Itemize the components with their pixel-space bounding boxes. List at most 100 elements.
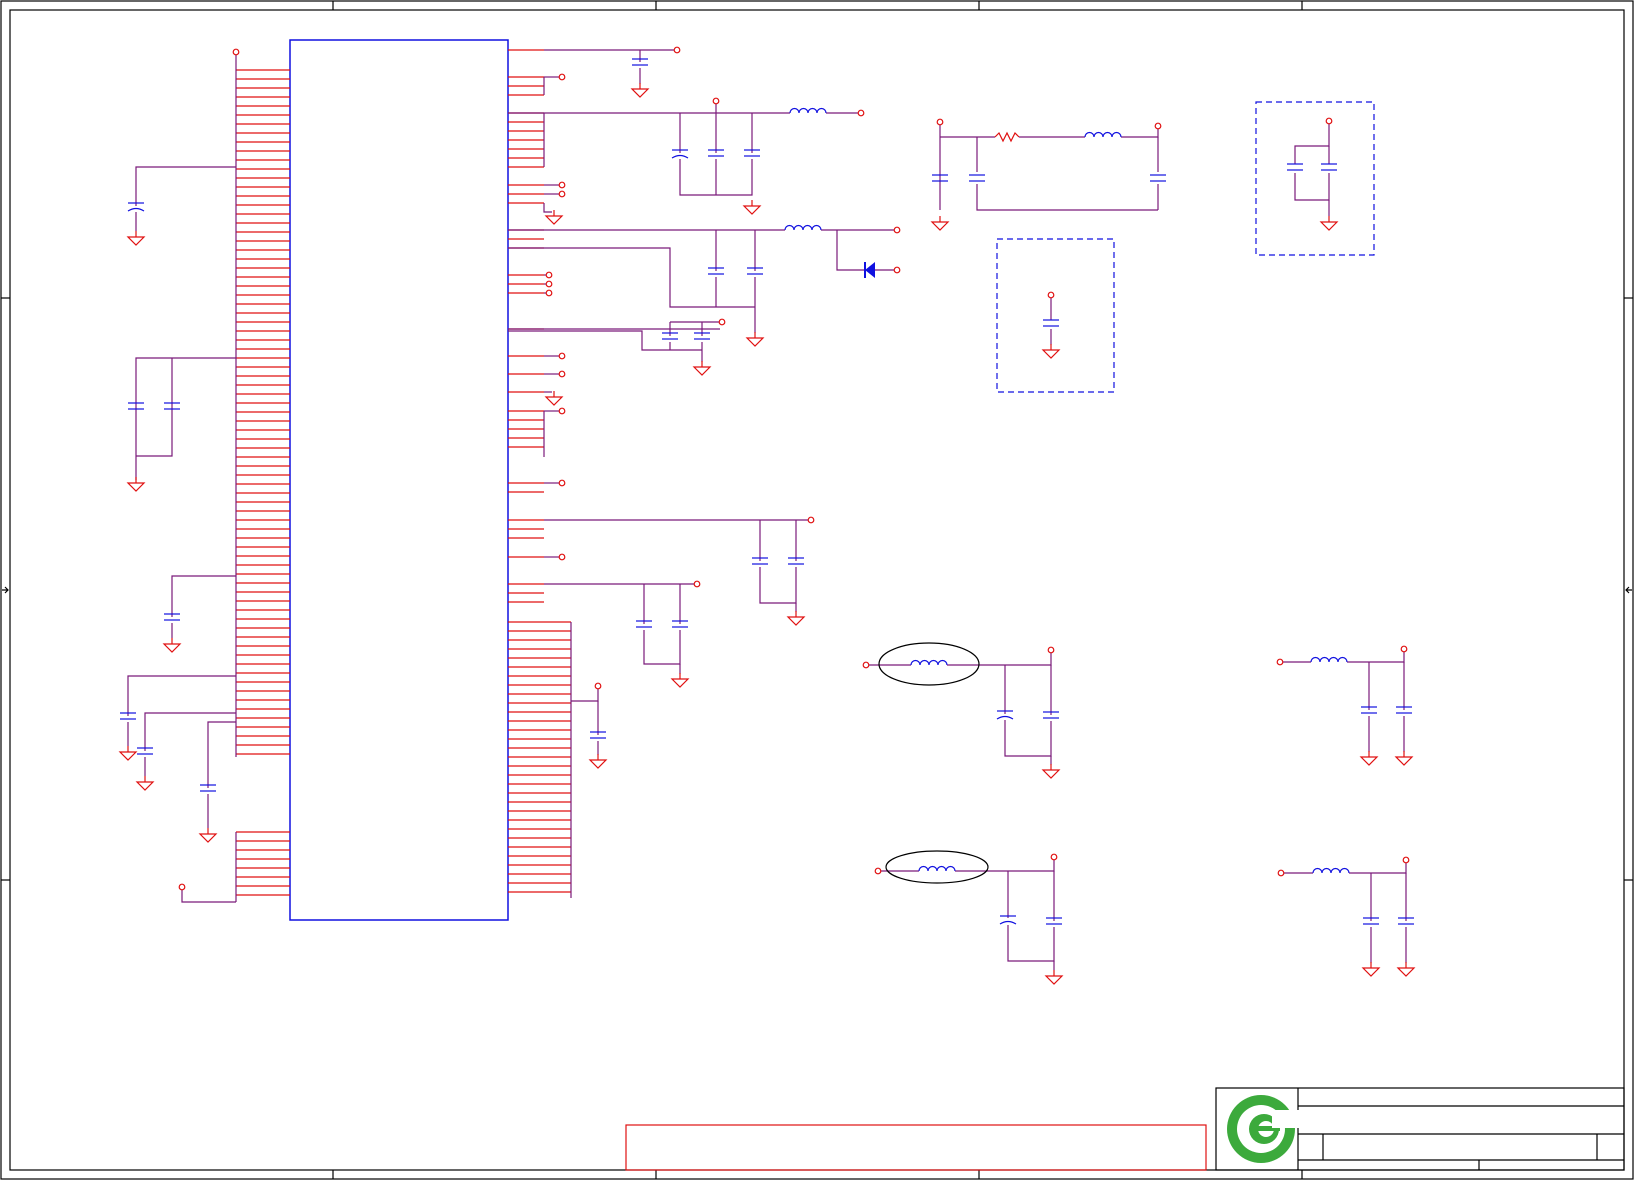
ground-icon bbox=[135, 781, 155, 791]
net-port bbox=[1400, 645, 1408, 653]
net-port bbox=[558, 190, 566, 198]
wire bbox=[976, 184, 1158, 211]
capacitors bbox=[120, 58, 1414, 925]
wire bbox=[127, 675, 236, 716]
ic-left-pins bbox=[235, 52, 290, 902]
net-port bbox=[545, 280, 553, 288]
net-port bbox=[936, 118, 944, 126]
ground-icon bbox=[1041, 769, 1061, 779]
wire bbox=[759, 567, 797, 604]
net-port bbox=[545, 289, 553, 297]
schematic-sheet bbox=[0, 0, 1634, 1180]
net-port bbox=[558, 73, 566, 81]
ground-icon bbox=[1359, 756, 1379, 766]
wire bbox=[955, 859, 1055, 872]
ground-symbols bbox=[118, 83, 1416, 985]
net-ports bbox=[178, 46, 1410, 891]
net-port bbox=[558, 370, 566, 378]
net-port bbox=[1402, 856, 1410, 864]
net-port bbox=[807, 516, 815, 524]
net-port bbox=[857, 109, 865, 117]
inductor-coil bbox=[1084, 131, 1122, 138]
wire bbox=[836, 230, 865, 271]
net-port bbox=[1047, 291, 1055, 299]
highlight-ellipse-2 bbox=[885, 850, 989, 884]
wire bbox=[1121, 128, 1159, 138]
ground-icon bbox=[1361, 967, 1381, 977]
ground-icon bbox=[198, 833, 218, 843]
wire bbox=[181, 887, 236, 903]
ground-icon bbox=[588, 759, 608, 769]
net-port bbox=[178, 883, 186, 891]
ground-icon bbox=[162, 643, 182, 653]
net-port bbox=[232, 48, 240, 56]
wires bbox=[127, 49, 1407, 970]
wire bbox=[543, 203, 552, 213]
inductor-coil bbox=[1310, 656, 1348, 663]
net-port bbox=[712, 97, 720, 105]
inductor-coil bbox=[784, 224, 822, 231]
capacitor-plate-curved bbox=[996, 715, 1014, 720]
ground-icon bbox=[786, 616, 806, 626]
ground-icon bbox=[742, 205, 762, 215]
wire bbox=[1347, 651, 1405, 663]
net-port bbox=[893, 226, 901, 234]
ground-icon bbox=[118, 751, 138, 761]
ground-icon bbox=[1044, 975, 1064, 985]
ground-icon bbox=[930, 221, 950, 231]
wire bbox=[135, 357, 236, 480]
net-port bbox=[1050, 853, 1058, 861]
net-port bbox=[1277, 869, 1285, 877]
capacitor-plate-curved bbox=[127, 207, 145, 212]
wire bbox=[947, 652, 1052, 666]
ground-icon bbox=[126, 482, 146, 492]
ground-icon bbox=[670, 678, 690, 688]
ic-right-pins bbox=[508, 49, 572, 898]
capacitor-plate-curved bbox=[999, 920, 1017, 925]
inductor-coil bbox=[918, 865, 956, 872]
dashed-group-2 bbox=[1255, 101, 1375, 256]
ground-icon bbox=[544, 396, 564, 406]
net-port bbox=[693, 580, 701, 588]
ground-icon bbox=[1319, 221, 1339, 231]
wire bbox=[135, 166, 236, 206]
wire bbox=[1294, 121, 1330, 164]
ground-icon bbox=[745, 337, 765, 347]
wire bbox=[1004, 720, 1052, 757]
ground-icon bbox=[544, 215, 564, 225]
net-port bbox=[558, 407, 566, 415]
net-port bbox=[1325, 117, 1333, 125]
inductor-coil bbox=[1312, 867, 1350, 874]
ground-icon bbox=[692, 366, 712, 376]
inductors bbox=[784, 107, 1350, 874]
wire bbox=[207, 721, 236, 788]
inductor-coil bbox=[789, 107, 827, 114]
wire bbox=[171, 575, 236, 617]
wire bbox=[508, 247, 755, 308]
net-port bbox=[558, 479, 566, 487]
wire bbox=[571, 686, 599, 702]
ground-icon bbox=[1396, 967, 1416, 977]
main-ic-body bbox=[289, 39, 509, 921]
ground-icon bbox=[126, 236, 146, 246]
ground-icon bbox=[1041, 349, 1061, 359]
capacitor-plate-curved bbox=[671, 154, 689, 159]
resistor bbox=[994, 131, 1020, 143]
ground-icon bbox=[1394, 756, 1414, 766]
net-port bbox=[718, 318, 726, 326]
net-port bbox=[874, 867, 882, 875]
company-logo-icon bbox=[1227, 1095, 1302, 1163]
net-port bbox=[893, 266, 901, 274]
net-port bbox=[1047, 646, 1055, 654]
wire bbox=[1007, 925, 1055, 962]
wire bbox=[1349, 862, 1407, 874]
inductor-coil bbox=[910, 659, 948, 666]
net-port bbox=[594, 682, 602, 690]
net-port bbox=[558, 352, 566, 360]
net-port bbox=[1154, 122, 1162, 130]
net-port bbox=[862, 661, 870, 669]
note-box bbox=[625, 1124, 1207, 1171]
net-port bbox=[1276, 658, 1284, 666]
diode bbox=[864, 262, 875, 278]
wire bbox=[508, 330, 702, 351]
